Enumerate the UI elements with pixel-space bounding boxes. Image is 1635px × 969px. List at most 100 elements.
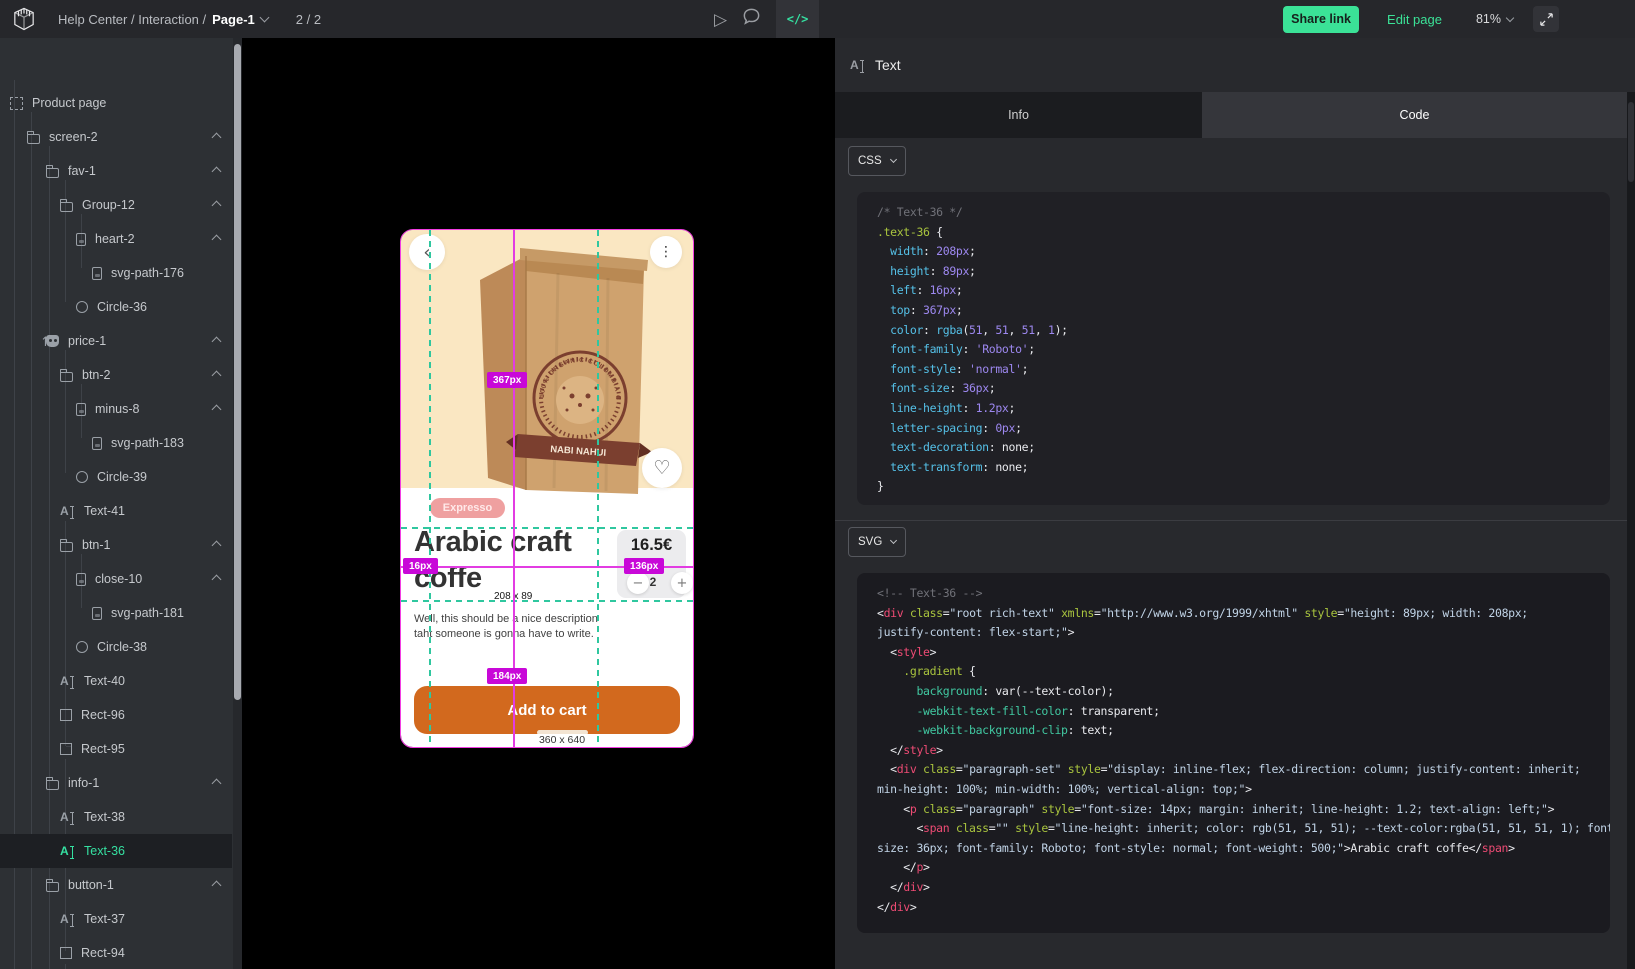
back-button[interactable]: ‹	[409, 234, 445, 270]
tree-item-Text-36[interactable]: Text-36	[0, 834, 232, 868]
code-line: -webkit-background-clip: text;	[877, 721, 1590, 741]
code-line: </div>	[877, 898, 1590, 918]
tree-item-Circle-36[interactable]: Circle-36	[0, 290, 232, 324]
tree-item-label: btn-1	[82, 538, 111, 552]
tree-item-label: svg-path-176	[111, 266, 184, 280]
edit-page-link[interactable]: Edit page	[1387, 12, 1442, 27]
file-icon	[92, 267, 102, 280]
collapse-chevron-icon[interactable]	[212, 234, 222, 244]
collapse-chevron-icon[interactable]	[212, 778, 222, 788]
inspector-scrollbar-track[interactable]	[1627, 92, 1635, 969]
share-link-button[interactable]: Share link	[1283, 6, 1359, 33]
code-line: /* Text-36 */	[877, 203, 1590, 223]
tree-item-svg-path-176[interactable]: svg-path-176	[0, 256, 232, 290]
tree-item-label: button-1	[68, 878, 114, 892]
sidebar-scrollbar-thumb[interactable]	[234, 44, 241, 700]
tree-item-Text-37[interactable]: Text-37	[0, 902, 232, 936]
tree-item-info-1[interactable]: info-1	[0, 766, 232, 800]
tree-item-label: svg-path-181	[111, 606, 184, 620]
favorite-heart-button[interactable]: ♡	[642, 448, 682, 488]
tree-item-button-1[interactable]: button-1	[0, 868, 232, 902]
svg-code-block[interactable]: <!-- Text-36 --><div class="root rich-te…	[857, 573, 1610, 933]
tree-item-minus-8[interactable]: minus-8	[0, 392, 232, 426]
tree-item-label: Text-41	[84, 504, 125, 518]
tree-item-fav-1[interactable]: fav-1	[0, 154, 232, 188]
layers-sidebar: ↑ Product pagescreen-2fav-1Group-12heart…	[0, 38, 242, 969]
code-line: top: 367px;	[877, 301, 1590, 321]
tree-item-screen-2[interactable]: screen-2	[0, 120, 232, 154]
measurement-badge: 367px	[487, 372, 527, 388]
app-logo-icon[interactable]	[0, 0, 48, 38]
css-format-select[interactable]: CSS	[848, 146, 906, 176]
tree-item-Circle-38[interactable]: Circle-38	[0, 630, 232, 664]
frame-icon	[10, 97, 23, 110]
tab-info[interactable]: Info	[835, 92, 1202, 138]
code-line: text-decoration: none;	[877, 438, 1590, 458]
tree-item-label: Product page	[32, 96, 106, 110]
collapse-chevron-icon[interactable]	[212, 132, 222, 142]
collapse-chevron-icon[interactable]	[212, 880, 222, 890]
tree-item-Product page[interactable]: Product page	[0, 86, 232, 120]
breadcrumb[interactable]: Help Center / Interaction / Page-1	[58, 12, 268, 27]
tree-item-svg-path-181[interactable]: svg-path-181	[0, 596, 232, 630]
tree-item-Rect-95[interactable]: Rect-95	[0, 732, 232, 766]
tree-item-Text-40[interactable]: Text-40	[0, 664, 232, 698]
topbar: Help Center / Interaction / Page-1 2 / 2…	[0, 0, 1635, 38]
rect-icon	[60, 947, 72, 959]
rect-icon	[60, 709, 72, 721]
quantity-plus-button[interactable]: +	[671, 572, 693, 594]
tree-item-Group-12[interactable]: Group-12	[0, 188, 232, 222]
page-indicator: 2 / 2	[296, 12, 321, 27]
text-type-icon	[850, 59, 865, 72]
tree-item-label: Circle-36	[97, 300, 147, 314]
tree-item-label: screen-2	[49, 130, 98, 144]
play-button[interactable]: ▷	[714, 11, 727, 28]
app-window: Help Center / Interaction / Page-1 2 / 2…	[0, 0, 1635, 969]
tree-item-Circle-39[interactable]: Circle-39	[0, 460, 232, 494]
tree-item-label: info-1	[68, 776, 99, 790]
tree-item-label: Group-12	[82, 198, 135, 212]
tree-item-label: Text-38	[84, 810, 125, 824]
file-icon	[76, 573, 86, 586]
category-tag[interactable]: Expresso	[430, 498, 505, 518]
circle-icon	[76, 471, 88, 483]
comment-button[interactable]	[741, 6, 762, 32]
design-canvas[interactable]: 100% ORGANIC COLOMBIA COFFEE NABI NAHUI …	[242, 38, 835, 969]
code-mode-button[interactable]: </>	[776, 0, 819, 38]
frame-dimensions-label: 360 x 640	[527, 734, 597, 746]
collapse-chevron-icon[interactable]	[212, 166, 222, 176]
tab-code[interactable]: Code	[1202, 92, 1627, 138]
collapse-chevron-icon[interactable]	[212, 540, 222, 550]
tree-item-close-10[interactable]: close-10	[0, 562, 232, 596]
layer-tree: Product page screen-2 fav-1 Group-12 heart-2…	[0, 86, 232, 969]
tree-item-Text-38[interactable]: Text-38	[0, 800, 232, 834]
folder-icon	[46, 882, 59, 892]
collapse-chevron-icon[interactable]	[212, 370, 222, 380]
tree-item-btn-2[interactable]: btn-2	[0, 358, 232, 392]
page-dropdown-chevron-icon[interactable]	[259, 13, 269, 23]
inspector-scrollbar-thumb[interactable]	[1628, 102, 1634, 182]
css-code-block[interactable]: /* Text-36 */.text-36 { width: 208px; he…	[857, 192, 1610, 505]
text-icon	[60, 675, 75, 688]
tree-item-heart-2[interactable]: heart-2	[0, 222, 232, 256]
svg-format-select[interactable]: SVG	[848, 527, 906, 557]
collapse-chevron-icon[interactable]	[212, 336, 222, 346]
tree-item-btn-1[interactable]: btn-1	[0, 528, 232, 562]
product-screen-frame[interactable]: 100% ORGANIC COLOMBIA COFFEE NABI NAHUI	[401, 230, 693, 747]
tree-item-Rect-94[interactable]: Rect-94	[0, 936, 232, 969]
collapse-chevron-icon[interactable]	[212, 200, 222, 210]
tree-item-Text-41[interactable]: Text-41	[0, 494, 232, 528]
code-line: </div>	[877, 878, 1590, 898]
code-line: <p class="paragraph" style="font-size: 1…	[877, 800, 1590, 820]
collapse-chevron-icon[interactable]	[212, 574, 222, 584]
tree-item-svg-path-183[interactable]: svg-path-183	[0, 426, 232, 460]
tree-item-Rect-96[interactable]: Rect-96	[0, 698, 232, 732]
add-to-cart-button[interactable]: Add to cart	[414, 686, 680, 734]
tree-item-price-1[interactable]: price-1	[0, 324, 232, 358]
collapse-chevron-icon[interactable]	[212, 404, 222, 414]
product-title[interactable]: Arabic craft coffe	[414, 524, 586, 596]
more-options-button[interactable]: ⋮	[650, 236, 682, 268]
fullscreen-button[interactable]	[1533, 6, 1559, 32]
topbar-actions: Share link Edit page 81%	[1283, 0, 1635, 38]
zoom-level-dropdown[interactable]: 81%	[1476, 12, 1513, 26]
